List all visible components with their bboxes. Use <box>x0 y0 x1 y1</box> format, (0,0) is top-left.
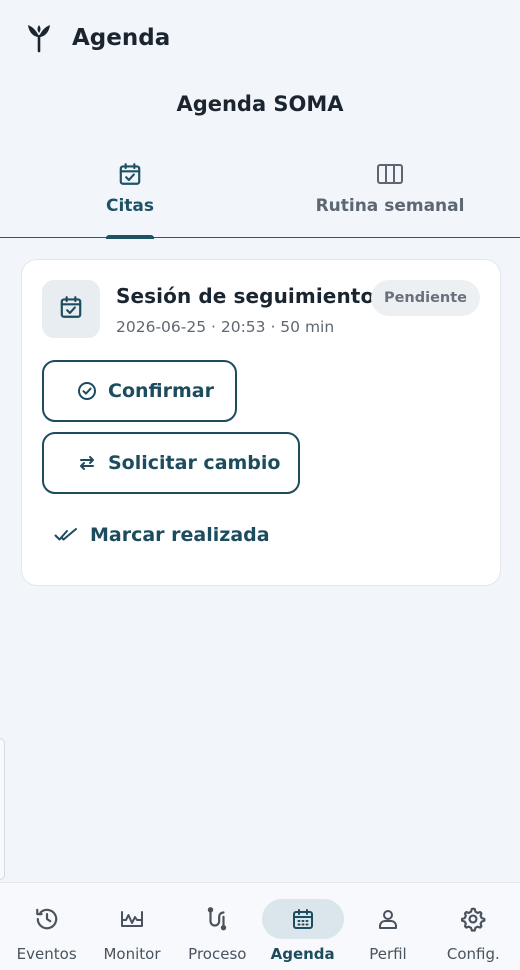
request-change-label: Solicitar cambio <box>108 452 281 474</box>
nav-label: Eventos <box>16 945 77 963</box>
appointment-title: Sesión de seguimiento <box>116 284 375 308</box>
double-check-icon <box>54 525 78 545</box>
nav-label: Perfil <box>369 945 407 963</box>
app-root: Agenda Agenda SOMA Citas Rutina semanal … <box>0 0 520 970</box>
nav-label: Config. <box>446 945 500 963</box>
appointment-header: Sesión de seguimiento 2026-06-25 · 20:53… <box>42 280 480 340</box>
columns-icon <box>376 160 404 188</box>
app-bar: Agenda <box>0 0 520 76</box>
mark-done-button[interactable]: Marcar realizada <box>54 518 270 552</box>
calendar-icon <box>261 899 344 939</box>
nav-item-agenda[interactable]: Agenda <box>261 883 345 970</box>
tab-label: Rutina semanal <box>315 196 465 216</box>
tab-bar: Citas Rutina semanal <box>0 152 520 239</box>
status-badge: Pendiente <box>370 280 480 316</box>
swap-icon <box>76 452 98 474</box>
nav-item-perfil[interactable]: Perfil <box>346 883 430 970</box>
nav-item-proceso[interactable]: Proceso <box>175 883 259 970</box>
request-change-button[interactable]: Solicitar cambio <box>42 432 300 494</box>
monitor-wave-icon <box>100 899 164 939</box>
tab-rutina-semanal[interactable]: Rutina semanal <box>260 152 520 237</box>
app-title: Agenda <box>72 25 171 51</box>
appointment-card: Sesión de seguimiento 2026-06-25 · 20:53… <box>21 259 501 586</box>
nav-label: Monitor <box>103 945 161 963</box>
calendar-check-icon <box>116 160 144 188</box>
appointment-meta: 2026-06-25 · 20:53 · 50 min <box>116 318 335 336</box>
gear-icon <box>441 899 505 939</box>
calendar-check-icon <box>58 294 84 324</box>
tab-label: Citas <box>105 196 155 216</box>
nav-label: Proceso <box>188 945 247 963</box>
history-icon <box>15 899 79 939</box>
appointment-avatar <box>42 280 100 338</box>
check-circle-icon <box>76 380 98 402</box>
nav-label: Agenda <box>270 945 335 963</box>
nav-item-monitor[interactable]: Monitor <box>90 883 174 970</box>
confirm-button[interactable]: Confirmar <box>42 360 237 422</box>
bottom-navigation: Eventos Monitor Proceso Agenda Perfil Co… <box>0 882 520 970</box>
sprout-logo-icon <box>26 23 52 53</box>
nav-item-config[interactable]: Config. <box>431 883 515 970</box>
person-icon <box>356 899 420 939</box>
page-title: Agenda SOMA <box>176 92 344 116</box>
tab-citas[interactable]: Citas <box>0 152 260 239</box>
route-icon <box>185 899 249 939</box>
tab-active-indicator <box>106 235 154 239</box>
mark-done-label: Marcar realizada <box>90 524 270 546</box>
confirm-label: Confirmar <box>108 380 214 402</box>
nav-item-eventos[interactable]: Eventos <box>5 883 89 970</box>
side-drawer-edge[interactable] <box>0 738 5 880</box>
